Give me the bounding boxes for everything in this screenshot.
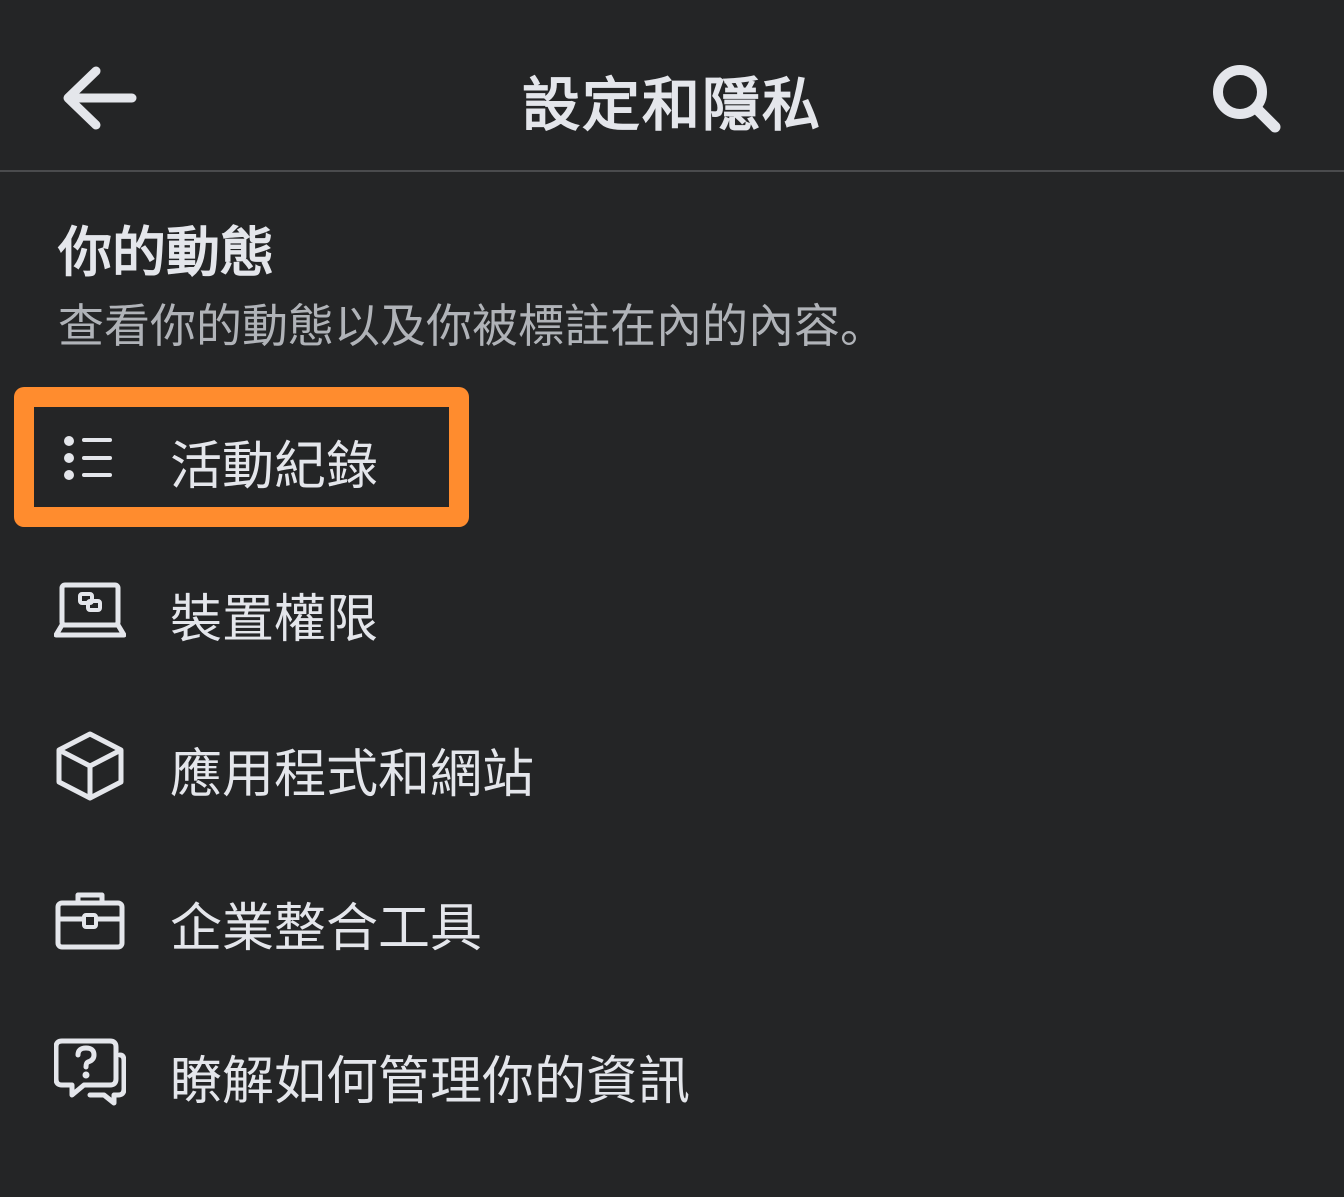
section-subtitle: 查看你的動態以及你被標註在內的內容。 (58, 299, 886, 353)
menu-item-label: 企業整合工具 (170, 899, 483, 959)
cube-icon (52, 728, 128, 804)
menu-item-label: 瞭解如何管理你的資訊 (170, 1052, 691, 1112)
menu-item-label: 活動紀錄 (170, 437, 379, 497)
menu-item-apps-websites[interactable]: 應用程式和網站 (0, 706, 1344, 826)
page-title: 設定和隱私 (521, 71, 822, 139)
header-bar: 設定和隱私 (0, 0, 1344, 172)
laptop-icon (52, 573, 128, 649)
menu-item-label: 應用程式和網站 (170, 745, 535, 805)
section-title: 你的動態 (58, 221, 274, 284)
search-icon (1209, 61, 1283, 135)
menu-item-manage-info[interactable]: 瞭解如何管理你的資訊 (0, 1013, 1344, 1133)
question-chat-icon (52, 1035, 128, 1111)
search-button[interactable] (1196, 48, 1296, 148)
menu-item-activity-log[interactable]: 活動紀錄 (0, 398, 1344, 518)
menu-item-label: 裝置權限 (170, 590, 379, 650)
menu-item-business-integrations[interactable]: 企業整合工具 (0, 860, 1344, 980)
list-icon (52, 420, 128, 496)
briefcase-icon (52, 882, 128, 958)
settings-privacy-screen: 設定和隱私 你的動態 查看你的動態以及你被標註在內的內容。 活動紀錄 裝置權限 … (0, 0, 1344, 1197)
menu-item-device-permissions[interactable]: 裝置權限 (0, 551, 1344, 671)
